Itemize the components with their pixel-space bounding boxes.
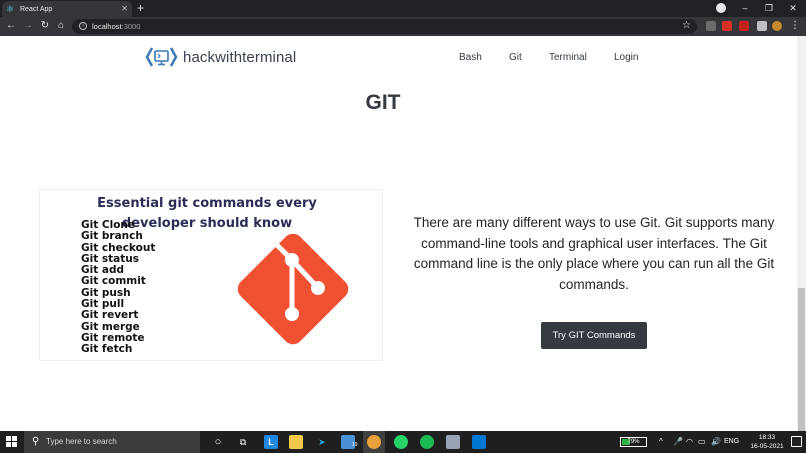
language-indicator[interactable]: ENG xyxy=(724,436,739,448)
taskbar-search-box[interactable]: ⚲ Type here to search xyxy=(24,431,200,453)
reload-icon[interactable]: ↻ xyxy=(38,19,52,33)
whatsapp-icon[interactable] xyxy=(394,435,408,449)
git-commands-image: Essential git commands every developer s… xyxy=(39,189,383,361)
wifi-icon[interactable]: ◠ xyxy=(686,436,693,448)
browser-menu-icon[interactable]: ⋮ xyxy=(788,19,802,33)
command-item: Git revert xyxy=(81,309,139,322)
command-list: Git Clone Git branch Git checkout Git st… xyxy=(81,219,155,356)
nav-link-terminal[interactable]: Terminal xyxy=(549,52,587,63)
spotify-icon[interactable] xyxy=(420,435,434,449)
cortana-icon[interactable]: ○ xyxy=(211,435,225,449)
back-arrow-icon[interactable]: ← xyxy=(4,19,18,33)
battery-percent: 79% xyxy=(627,439,640,445)
battery-indicator[interactable]: 79% xyxy=(620,437,647,447)
close-window-button[interactable]: ✕ xyxy=(781,1,805,15)
app-icon[interactable] xyxy=(446,435,460,449)
app-icon[interactable]: ➤ xyxy=(315,435,329,449)
git-logo-icon xyxy=(237,233,349,345)
windows-taskbar: ⚲ Type here to search ○ ⧉ L ➤ 19 79% ^ 🎤… xyxy=(0,431,806,453)
taskbar-search-placeholder: Type here to search xyxy=(46,437,117,446)
brand[interactable]: hackwithterminal xyxy=(145,45,296,69)
microphone-icon[interactable]: 🎤 xyxy=(673,436,683,448)
close-tab-icon[interactable]: ✕ xyxy=(121,5,128,13)
address-bar[interactable]: i localhost:3000 ☆ xyxy=(72,19,697,34)
extension-icon[interactable] xyxy=(706,21,716,31)
browser-toolbar: ← → ↻ ⌂ i localhost:3000 ☆ ⋮ xyxy=(0,17,806,36)
chrome-icon[interactable] xyxy=(367,435,381,449)
nav-link-git[interactable]: Git xyxy=(509,52,522,63)
windows-start-icon[interactable] xyxy=(6,436,18,448)
extension-icon[interactable] xyxy=(722,21,732,31)
task-view-icon[interactable]: ⧉ xyxy=(236,435,250,449)
maximize-button[interactable]: ❐ xyxy=(757,1,781,15)
extensions-puzzle-icon[interactable] xyxy=(757,21,767,31)
battery-icon[interactable]: ▭ xyxy=(698,436,706,448)
browser-tab[interactable]: ⚛ React App ✕ xyxy=(2,1,132,17)
new-tab-button[interactable]: + xyxy=(137,2,144,14)
nav-link-bash[interactable]: Bash xyxy=(459,52,482,63)
react-icon: ⚛ xyxy=(6,3,15,14)
profile-avatar[interactable] xyxy=(772,21,782,31)
clock-time: 18:33 xyxy=(758,434,776,441)
url-text[interactable]: localhost:3000 xyxy=(92,21,140,32)
extension-icon[interactable] xyxy=(739,21,749,31)
app-l-icon[interactable]: L xyxy=(264,435,278,449)
brand-name: hackwithterminal xyxy=(183,48,297,66)
forward-arrow-icon[interactable]: → xyxy=(21,19,35,33)
command-item: Git fetch xyxy=(81,343,133,356)
page-scrollbar[interactable] xyxy=(797,36,806,431)
site-navbar: hackwithterminal Bash Git Terminal Login xyxy=(0,36,797,78)
nav-link-login[interactable]: Login xyxy=(614,52,638,63)
minimize-button[interactable]: – xyxy=(733,1,757,15)
search-icon: ⚲ xyxy=(32,436,40,447)
scrollbar-thumb[interactable] xyxy=(798,288,805,431)
vscode-icon[interactable] xyxy=(472,435,486,449)
mail-badge: 19 xyxy=(352,442,358,448)
command-item: Git branch xyxy=(81,230,143,243)
site-info-icon[interactable]: i xyxy=(79,22,87,30)
tab-title: React App xyxy=(20,5,53,13)
chevron-up-icon[interactable]: ^ xyxy=(659,436,663,448)
home-icon[interactable]: ⌂ xyxy=(54,19,68,33)
try-git-commands-button[interactable]: Try GIT Commands xyxy=(541,322,647,349)
bookmark-star-icon[interactable]: ☆ xyxy=(682,20,691,32)
page-title: GIT xyxy=(365,91,401,114)
file-explorer-icon[interactable] xyxy=(289,435,303,449)
browser-tab-bar: ⚛ React App ✕ + – ❐ ✕ xyxy=(0,0,806,17)
notification-center-icon[interactable] xyxy=(791,436,802,447)
clock-date: 16-05-2021 xyxy=(750,443,784,450)
terminal-logo-icon xyxy=(145,47,178,67)
page-viewport: hackwithterminal Bash Git Terminal Login… xyxy=(0,36,806,431)
tab-search-icon[interactable] xyxy=(716,3,726,13)
taskbar-clock[interactable]: 18:33 16-05-2021 xyxy=(750,433,784,451)
volume-icon[interactable]: 🔊 xyxy=(711,436,721,448)
git-description: There are many different ways to use Git… xyxy=(413,215,775,292)
